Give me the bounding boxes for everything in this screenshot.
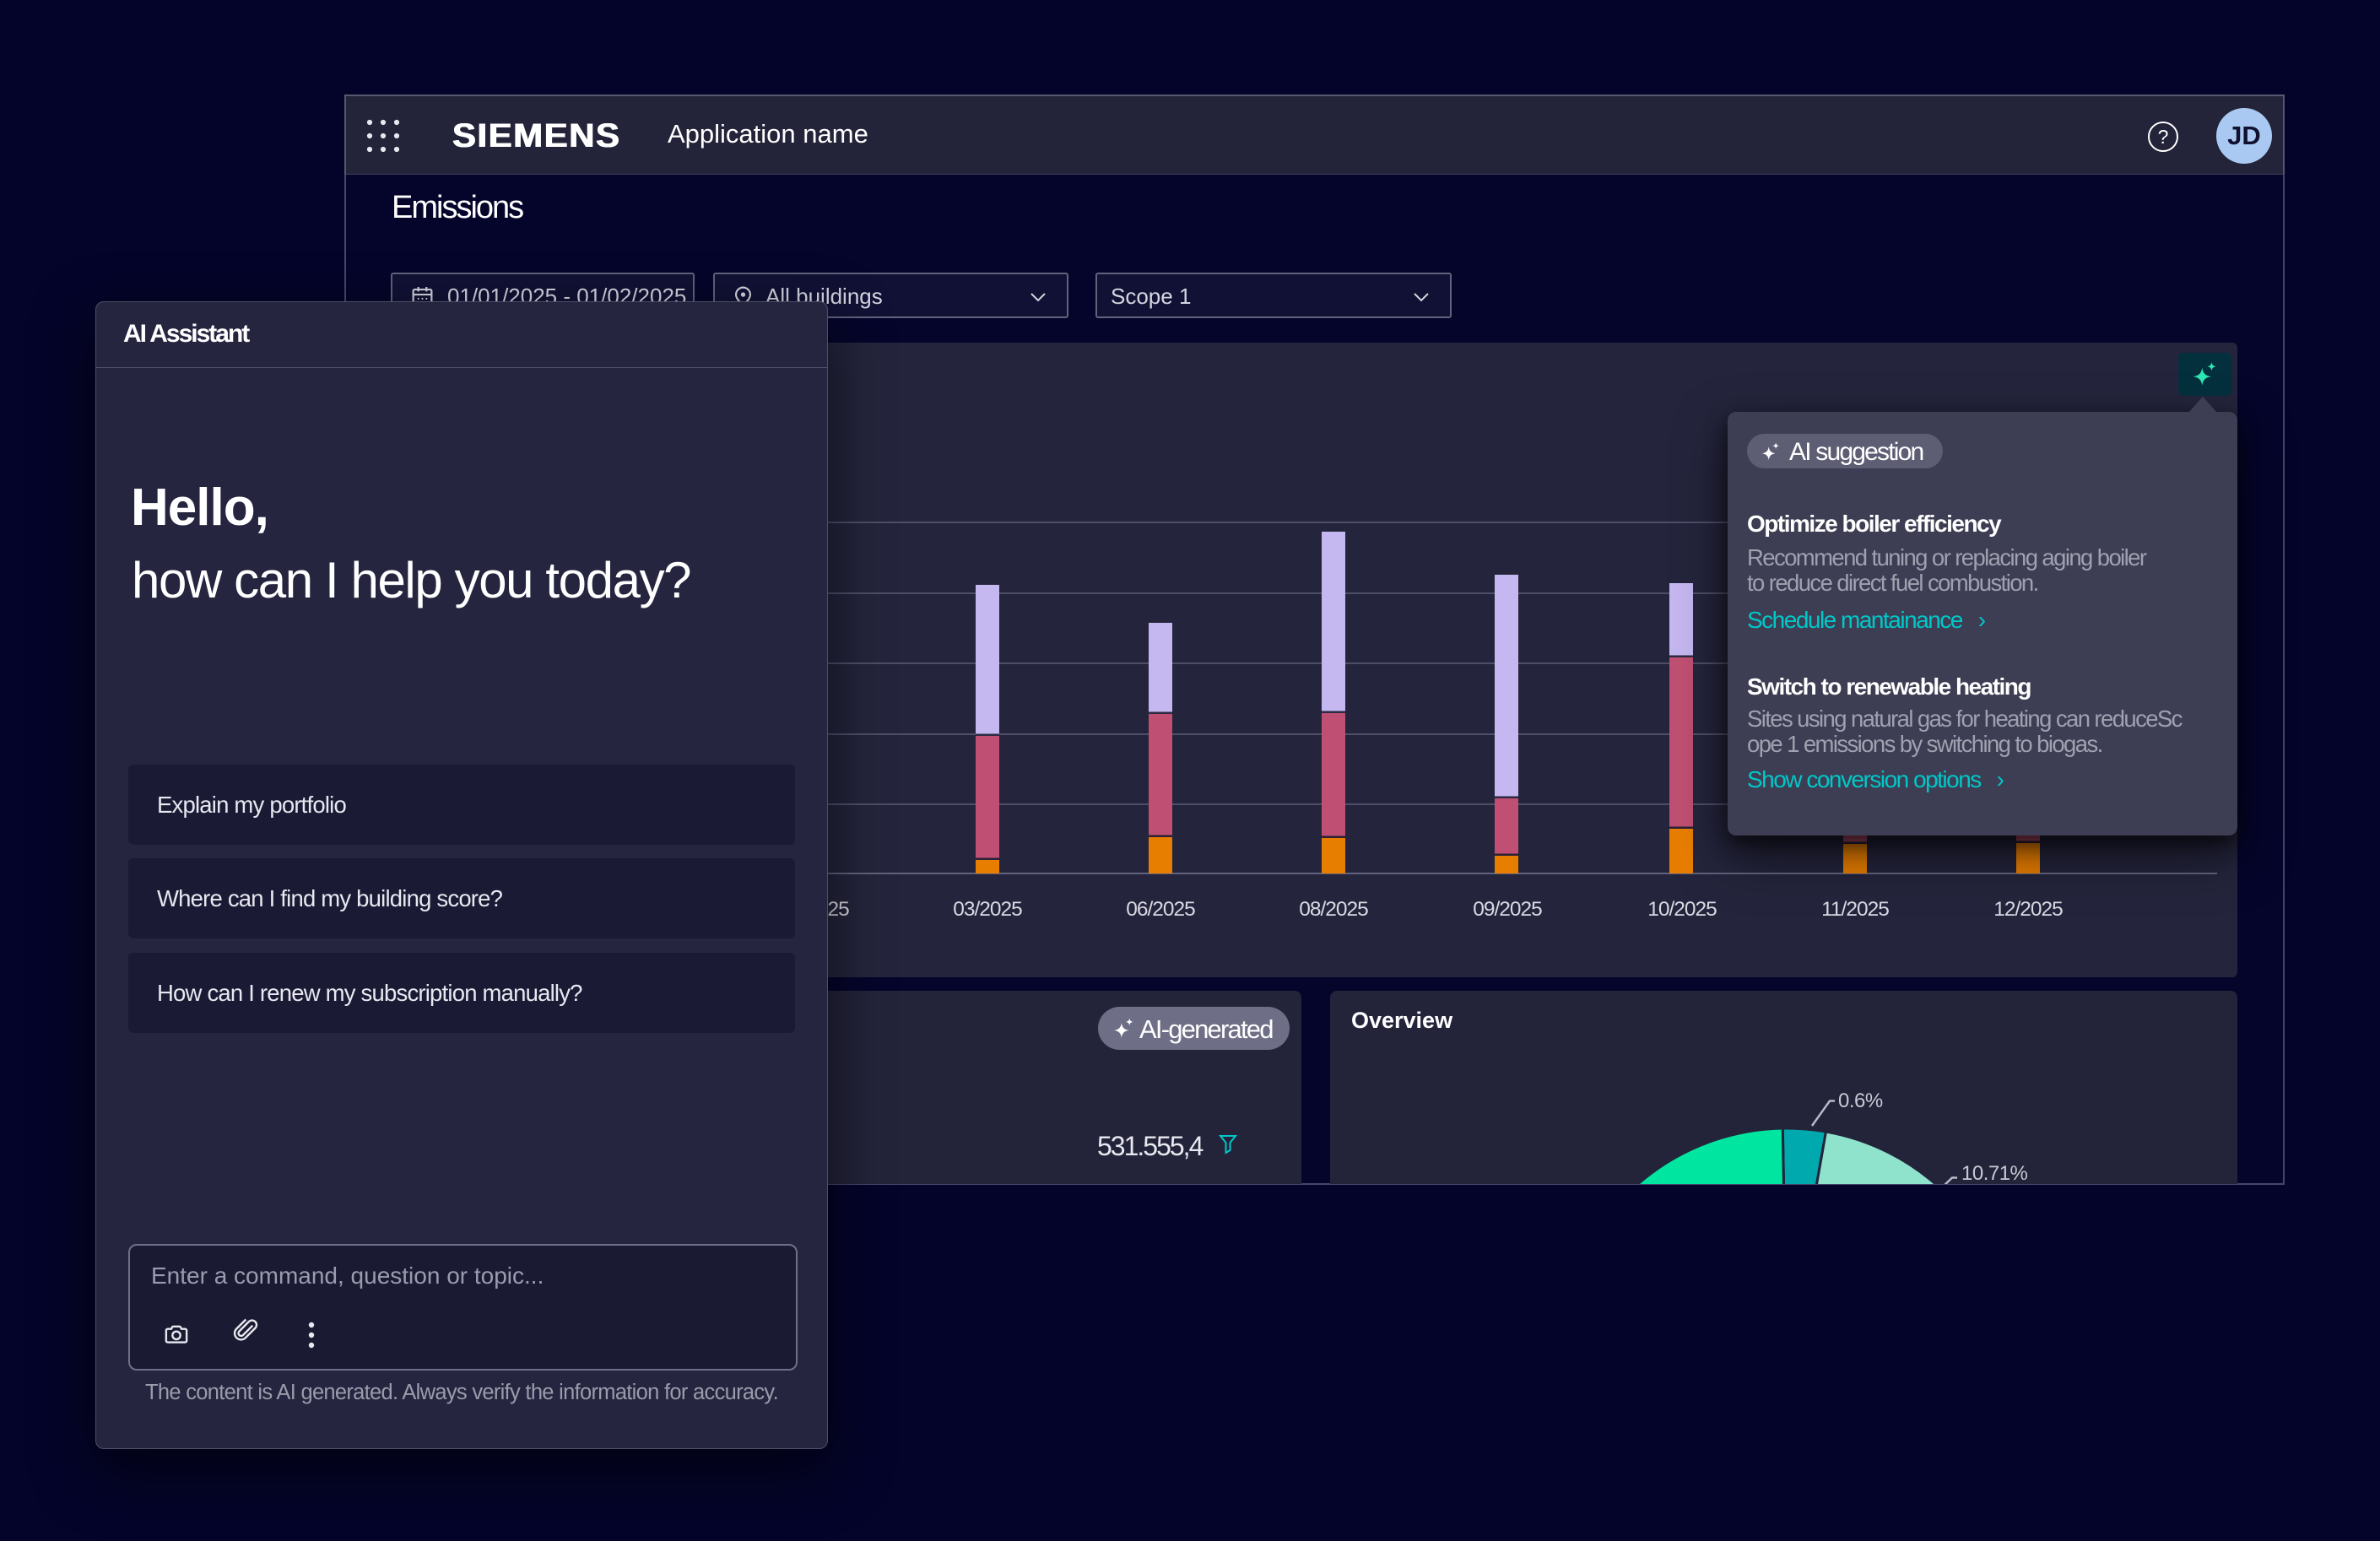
svg-text:0.6%: 0.6% xyxy=(1838,1090,1883,1112)
svg-text:10.71%: 10.71% xyxy=(1961,1162,2028,1184)
